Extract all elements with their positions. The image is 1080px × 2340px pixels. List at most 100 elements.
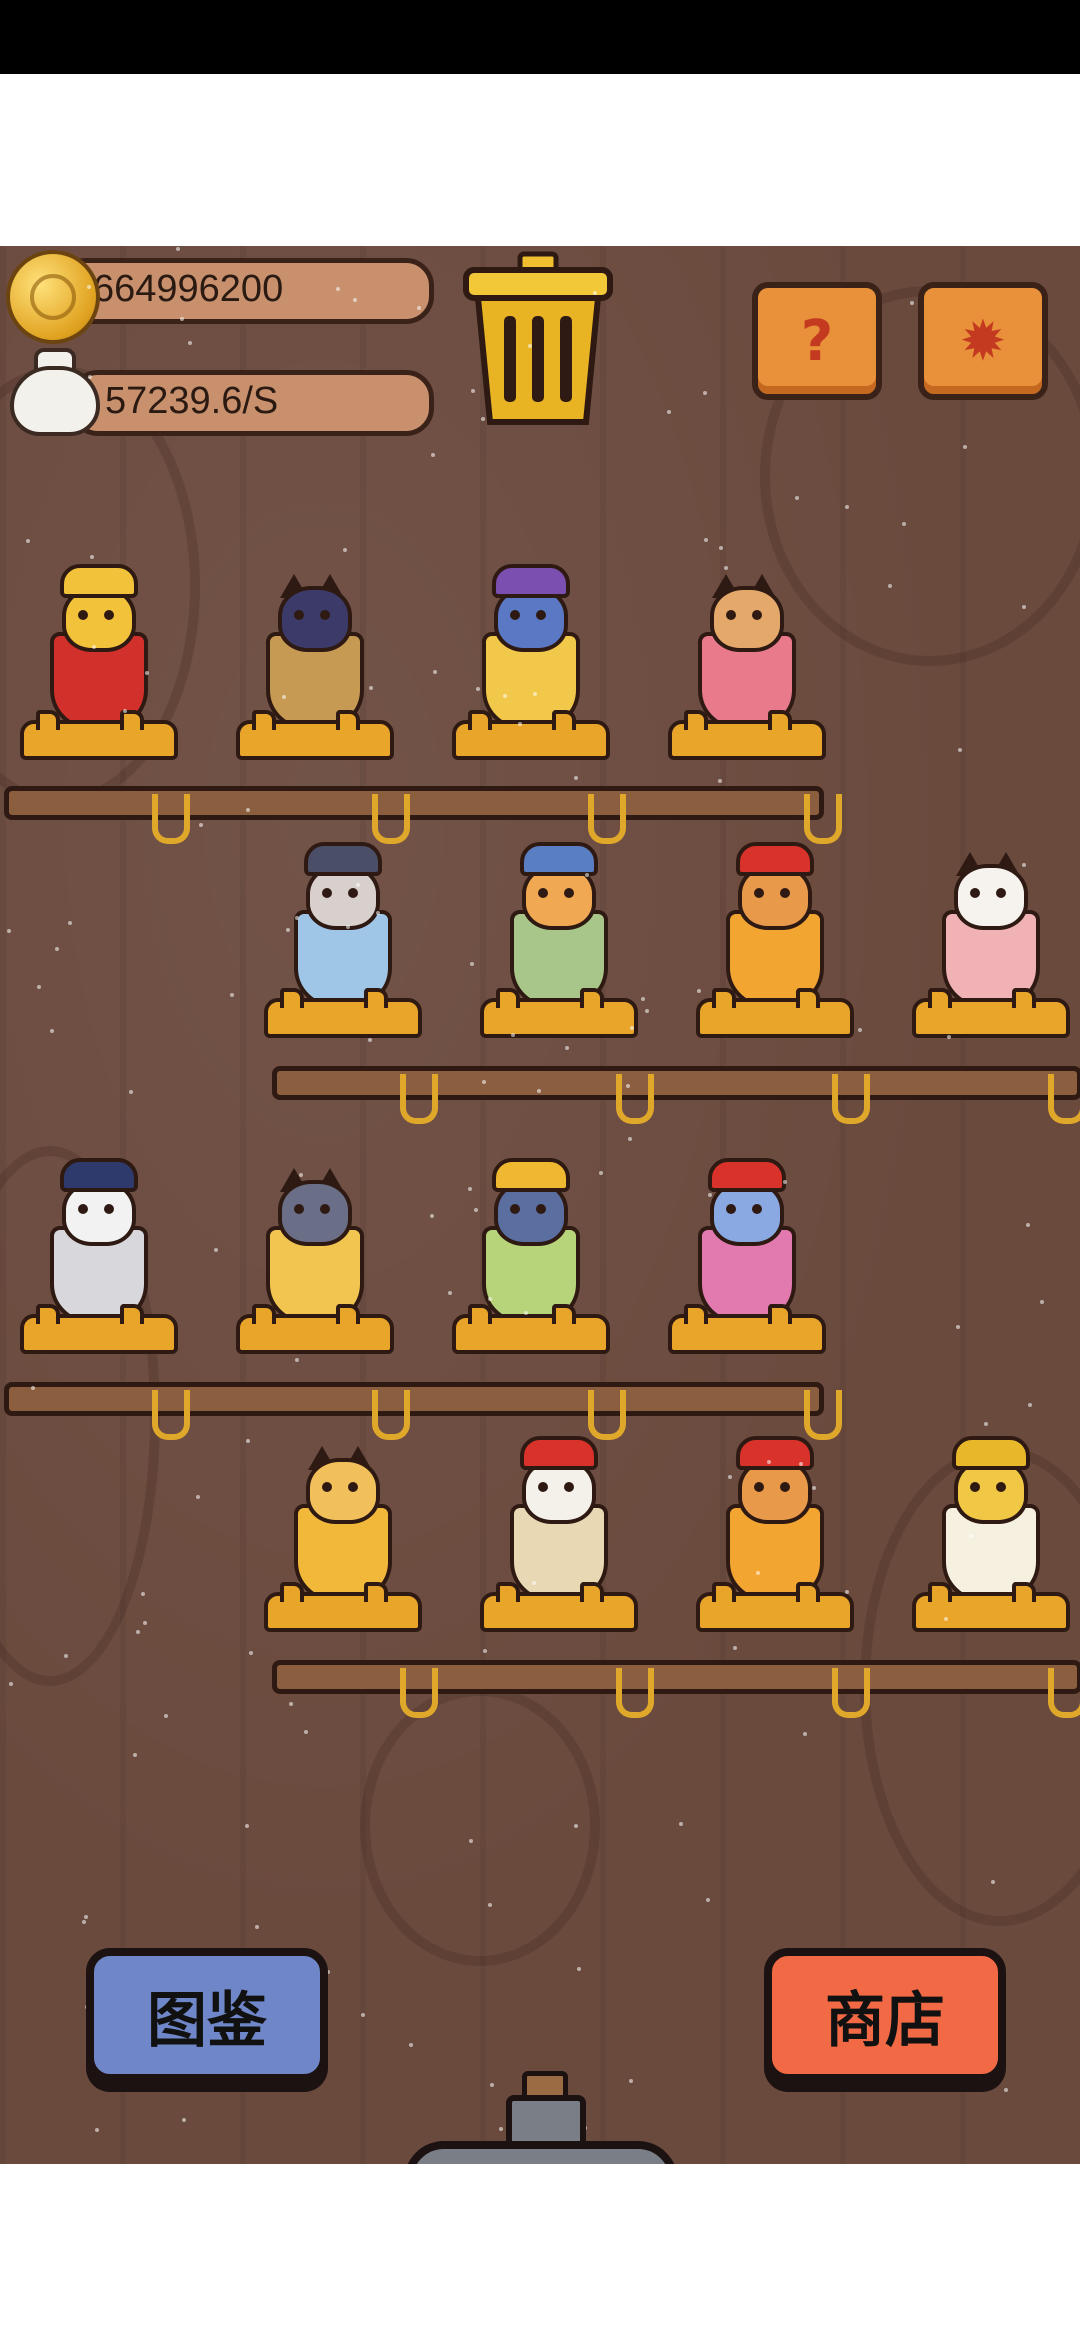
help-button[interactable]: ? [752,282,882,400]
dust-speck [599,1171,603,1175]
shelf-hook [372,794,410,844]
cat-eye [564,888,574,898]
dust-speck [1004,2088,1008,2092]
dust-speck [719,546,723,550]
cat-eye [538,1482,548,1492]
shelf-hook [152,794,190,844]
trash-can-icon[interactable] [458,250,618,430]
shelf-hook [804,794,842,844]
cat-item-golden-armor-cat-bowl[interactable] [912,1432,1070,1632]
cat-item-llama-cat-pink-drink[interactable] [668,560,826,760]
cat-item-pirate-cat-goblet-2[interactable] [696,1432,854,1632]
income-rate-value: 57239.6/S [105,380,279,422]
cat-eye [294,1204,304,1214]
cat-item-pirate-cat-goblet[interactable] [696,838,854,1038]
money-bag-icon [6,342,100,436]
shelf-4 [272,1660,1080,1694]
cat-eye [780,1482,790,1492]
dust-speck [50,1029,54,1033]
cat-item-ginger-cat-blue-robe[interactable] [480,838,638,1038]
dust-speck [64,1654,68,1658]
shelf-hook [616,1074,654,1124]
cat-eye [970,1482,980,1492]
cat-eye [996,1482,1006,1492]
cat-item-sunflower-cat-green-drink[interactable] [452,1154,610,1354]
shop-button[interactable]: 商店 [764,1948,1006,2082]
cat-eye [780,888,790,898]
dust-speck [537,1089,541,1093]
collection-button[interactable]: 图鉴 [86,1948,328,2082]
dust-speck [533,692,537,696]
shelf-hook [616,1668,654,1718]
dust-speck [343,548,347,552]
cat-item-calico-cat-red-jacket[interactable] [480,1432,638,1632]
dust-speck [628,1137,632,1141]
dust-speck [141,1592,145,1596]
dust-speck [55,947,59,951]
cat-hat [304,842,382,876]
cat-eye [726,610,736,620]
dust-speck [245,1824,249,1828]
dust-speck [180,317,184,321]
dust-speck [336,287,340,291]
dust-speck [7,929,11,933]
dust-speck [524,1311,528,1315]
cat-eye [104,1204,114,1214]
shelf-2 [272,1066,1080,1100]
cat-hat [60,564,138,598]
cat-item-black-cat-walnut[interactable] [236,560,394,760]
dust-speck [482,1080,486,1084]
cat-eye [348,1482,358,1492]
dust-speck [645,1009,649,1013]
dust-speck [1028,1403,1032,1407]
cat-item-king-cat-teapot[interactable] [20,560,178,760]
dust-speck [295,1358,299,1362]
settings-button[interactable]: ✹ [918,282,1048,400]
dust-speck [503,694,507,698]
question-icon: ? [800,308,834,374]
cat-stand [912,1582,1070,1632]
dust-speck [577,1967,581,1971]
dust-speck [626,1084,630,1088]
dust-speck [969,1534,973,1538]
dust-speck [249,1651,253,1655]
cat-eye [348,888,358,898]
cat-item-white-cat-pink-sundae[interactable] [912,838,1070,1038]
dust-speck [136,1630,140,1634]
cat-item-ginger-cat-highball[interactable] [264,1432,422,1632]
shelf-hook [832,1668,870,1718]
dust-speck [164,1714,168,1718]
dust-speck [845,1590,849,1594]
dust-speck [474,1208,478,1212]
dust-speck [947,1035,951,1039]
shelf-hook [832,1074,870,1124]
dust-speck [630,1026,634,1030]
dust-speck [82,1920,86,1924]
produce-bottle-button[interactable]: 生产 [404,2071,678,2164]
dust-speck [488,1903,492,1907]
dust-speck [679,1822,683,1826]
dust-speck [182,2118,186,2122]
dust-speck [963,445,967,449]
dust-speck [95,2128,99,2132]
cat-item-blue-cat-berry-parfait[interactable] [668,1154,826,1354]
cat-item-grey-cat-checked-hat[interactable] [264,838,422,1038]
dust-speck [133,1753,137,1757]
dust-speck [369,686,373,690]
dust-speck [845,505,849,509]
cat-hat [60,1158,138,1192]
dust-speck [376,911,380,915]
dust-speck [246,808,250,812]
cat-item-white-cat-blue-uniform[interactable] [20,1154,178,1354]
cat-item-twin-cats-beer-mug[interactable] [236,1154,394,1354]
cat-item-wizard-cat-beer[interactable] [452,560,610,760]
dust-speck [468,1187,472,1191]
cat-stand [236,710,394,760]
dust-speck [123,709,127,713]
dust-speck [430,1214,434,1218]
cat-hat [952,1436,1030,1470]
dust-speck [417,306,421,310]
dust-speck [145,671,149,675]
shelf-hook [1048,1668,1080,1718]
shelf-hook [1048,1074,1080,1124]
